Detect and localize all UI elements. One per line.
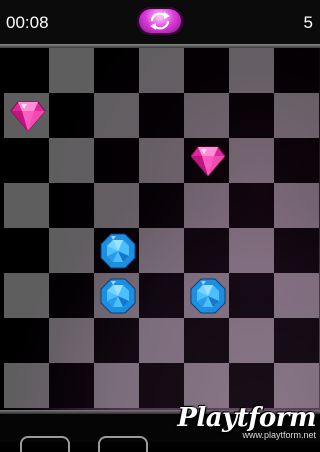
board-cell[interactable] xyxy=(229,318,274,363)
board-cell[interactable] xyxy=(274,363,319,408)
board-cell[interactable] xyxy=(139,93,184,138)
board-cell[interactable] xyxy=(184,228,229,273)
board-cell[interactable] xyxy=(49,228,94,273)
top-bar: 00:08 5 xyxy=(0,0,320,44)
pink-diamond-gem[interactable] xyxy=(9,99,47,138)
board-cell[interactable] xyxy=(139,138,184,183)
board-cell[interactable] xyxy=(229,273,274,318)
board-cell[interactable] xyxy=(274,318,319,363)
board-cell[interactable] xyxy=(184,93,229,138)
board-cell[interactable] xyxy=(229,183,274,228)
board-cell[interactable] xyxy=(4,273,49,318)
board-cell[interactable] xyxy=(184,318,229,363)
board-cell[interactable] xyxy=(139,273,184,318)
reset-button[interactable] xyxy=(137,7,183,35)
board-cell[interactable] xyxy=(274,228,319,273)
bottom-button-left[interactable] xyxy=(20,436,70,452)
board-cell[interactable] xyxy=(49,363,94,408)
board-cell[interactable] xyxy=(274,138,319,183)
blue-octagon-gem[interactable] xyxy=(99,277,137,320)
board-cell[interactable] xyxy=(229,228,274,273)
board-cell[interactable] xyxy=(49,48,94,93)
board-cell[interactable] xyxy=(139,363,184,408)
board-cell[interactable] xyxy=(49,183,94,228)
board-cell[interactable] xyxy=(4,318,49,363)
board-cell[interactable] xyxy=(94,363,139,408)
blue-octagon-gem[interactable] xyxy=(189,277,227,320)
game-board[interactable] xyxy=(4,48,320,410)
board-cell[interactable] xyxy=(229,138,274,183)
watermark: Playtform www.playtform.net xyxy=(177,403,316,440)
board-cell[interactable] xyxy=(274,183,319,228)
blue-octagon-gem[interactable] xyxy=(99,232,137,275)
board-cell[interactable] xyxy=(49,138,94,183)
board-cell[interactable] xyxy=(229,363,274,408)
board-cell[interactable] xyxy=(139,183,184,228)
board-cell[interactable] xyxy=(49,318,94,363)
board-cell[interactable] xyxy=(184,183,229,228)
board-cell[interactable] xyxy=(274,273,319,318)
board-cell[interactable] xyxy=(94,48,139,93)
board-cell[interactable] xyxy=(4,363,49,408)
board-cell[interactable] xyxy=(4,228,49,273)
board-cell[interactable] xyxy=(4,183,49,228)
board-cell[interactable] xyxy=(4,138,49,183)
board-cell[interactable] xyxy=(49,93,94,138)
bottom-button-right[interactable] xyxy=(98,436,148,452)
board-cell[interactable] xyxy=(139,228,184,273)
board-cell[interactable] xyxy=(139,318,184,363)
board-cell[interactable] xyxy=(94,93,139,138)
board-cell[interactable] xyxy=(49,273,94,318)
circular-arrows-icon xyxy=(150,12,170,30)
board-cell[interactable] xyxy=(274,93,319,138)
board-cell[interactable] xyxy=(229,93,274,138)
board-cell[interactable] xyxy=(184,363,229,408)
board-cell[interactable] xyxy=(94,183,139,228)
board-cell[interactable] xyxy=(184,48,229,93)
board-cell[interactable] xyxy=(274,48,319,93)
pink-diamond-gem[interactable] xyxy=(189,144,227,183)
board-cell[interactable] xyxy=(229,48,274,93)
board-cell[interactable] xyxy=(4,48,49,93)
board-cell[interactable] xyxy=(94,318,139,363)
board-cell[interactable] xyxy=(94,138,139,183)
board-cell[interactable] xyxy=(139,48,184,93)
timer: 00:08 xyxy=(6,13,49,32)
score: 5 xyxy=(303,13,313,32)
watermark-brand: Playtform xyxy=(177,403,316,433)
